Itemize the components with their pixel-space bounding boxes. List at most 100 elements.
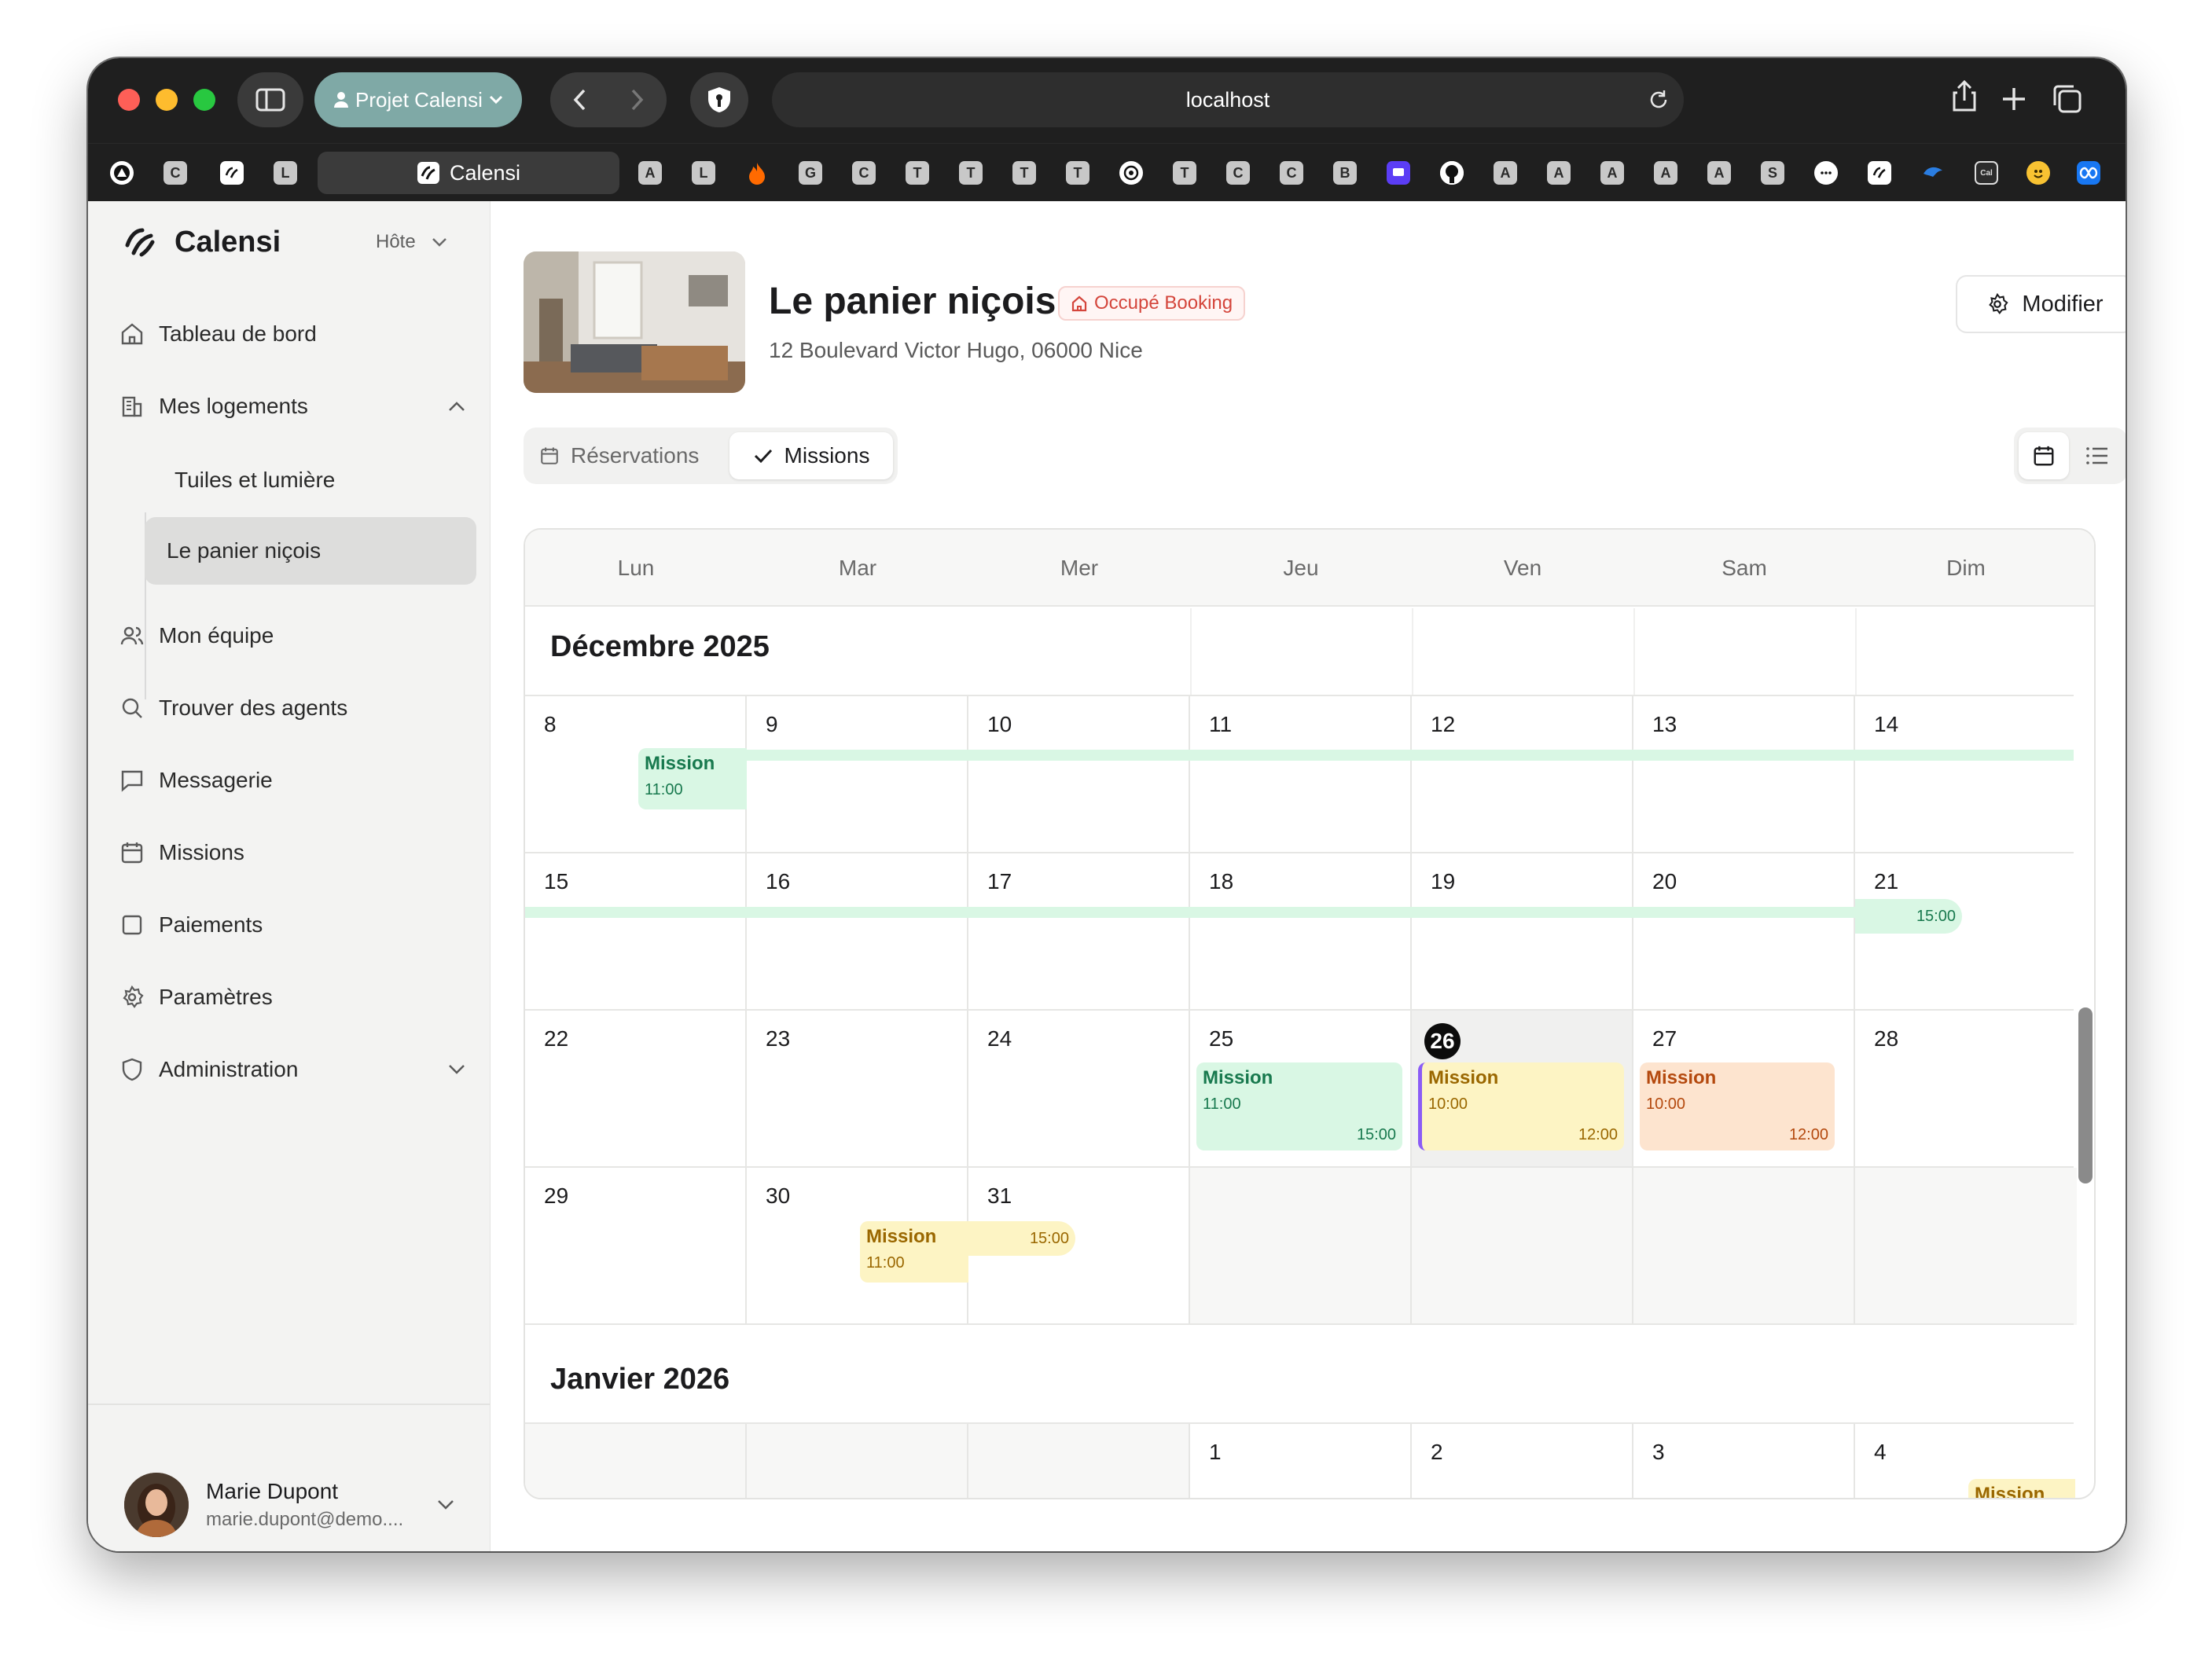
day-number: 14 (1874, 712, 1899, 736)
nav-settings[interactable]: Paramètres (119, 962, 273, 1033)
favorite-a-6[interactable]: A (1707, 161, 1731, 185)
day-cell[interactable]: 3 (1633, 1424, 1855, 1498)
share-icon[interactable] (1951, 79, 1978, 113)
mission-event[interactable]: Mission 10:00 12:00 (1418, 1062, 1624, 1150)
day-cell[interactable]: 14 (1855, 696, 2077, 853)
calendar-view-button[interactable] (2019, 432, 2069, 479)
favorite-a-4[interactable]: A (1600, 161, 1624, 185)
calendar-scrollbar[interactable] (2078, 1007, 2093, 1183)
day-cell[interactable]: 15 (525, 853, 747, 1011)
favorite-c-4[interactable]: C (1280, 161, 1303, 185)
favorite-a-3[interactable]: A (1547, 161, 1571, 185)
favorite-bird[interactable] (1921, 161, 1945, 185)
nav-my-listings[interactable]: Mes logements (119, 371, 465, 442)
day-cell[interactable]: 29 (525, 1168, 747, 1325)
day-cell[interactable]: 9 (747, 696, 968, 853)
nav-find-agents[interactable]: Trouver des agents (119, 673, 347, 743)
favorite-t-5[interactable]: T (1173, 161, 1196, 185)
favorite-s[interactable]: S (1761, 161, 1784, 185)
nav-missions[interactable]: Missions (119, 817, 244, 888)
mission-event-end[interactable]: 15:00 (1855, 899, 1962, 934)
favorite-a-5[interactable]: A (1654, 161, 1677, 185)
nav-listing-panier-nicois[interactable]: Le panier niçois (145, 517, 476, 585)
sidebar-toggle-button[interactable] (237, 72, 303, 127)
favorite-calensi-logo[interactable] (220, 161, 244, 185)
favorite-calensi-2[interactable] (1868, 161, 1891, 185)
mission-start-time: 10:00 (1646, 1095, 1686, 1113)
property-photo[interactable] (524, 251, 745, 393)
mission-span-bar[interactable] (745, 750, 2074, 761)
active-tab-pill[interactable]: Calensi (318, 152, 619, 194)
favorite-flame[interactable] (745, 161, 769, 185)
day-cell[interactable]: 28 (1855, 1011, 2077, 1168)
tab-missions[interactable]: Missions (729, 432, 893, 479)
nav-dashboard[interactable]: Tableau de bord (119, 299, 317, 369)
mission-event[interactable]: Mission 11:00 (638, 748, 747, 809)
day-cell[interactable]: 11 (1190, 696, 1412, 853)
day-cell[interactable]: 22 (525, 1011, 747, 1168)
favorite-t-2[interactable]: T (959, 161, 983, 185)
role-select[interactable]: Hôte (376, 231, 447, 253)
brand-logo[interactable]: Calensi (123, 223, 281, 261)
favorite-openai[interactable] (1119, 161, 1143, 185)
day-cell[interactable]: 18 (1190, 853, 1412, 1011)
day-cell[interactable]: 20 (1633, 853, 1855, 1011)
user-menu[interactable]: Marie Dupont marie.dupont@demo.... (124, 1473, 462, 1543)
favorite-t-1[interactable]: T (906, 161, 929, 185)
password-manager-button[interactable] (690, 72, 748, 127)
favorite-github[interactable] (1440, 161, 1464, 185)
tab-reservations[interactable]: Réservations (539, 432, 699, 479)
minimize-window-button[interactable] (156, 89, 178, 111)
day-cell[interactable]: 23 (747, 1011, 968, 1168)
favorite-c-3[interactable]: C (1226, 161, 1250, 185)
day-cell[interactable]: 1 (1190, 1424, 1412, 1498)
favorite-icon-a[interactable] (110, 161, 134, 185)
calendar-icon (541, 447, 558, 464)
favorite-purple-app[interactable] (1387, 161, 1410, 185)
favorite-t-4[interactable]: T (1066, 161, 1089, 185)
day-cell[interactable]: 19 (1412, 853, 1633, 1011)
forward-icon[interactable] (630, 88, 645, 112)
favorite-a[interactable]: A (638, 161, 662, 185)
zoom-window-button[interactable] (193, 89, 215, 111)
mission-span-bar[interactable] (525, 907, 1855, 918)
favorite-t-3[interactable]: T (1012, 161, 1036, 185)
edit-property-button[interactable]: Modifier (1956, 275, 2126, 333)
day-cell[interactable]: 12 (1412, 696, 1633, 853)
favorite-chat[interactable] (1814, 161, 1838, 185)
favorite-l[interactable]: L (274, 161, 297, 185)
favorite-cal[interactable]: Cal (1975, 161, 1998, 185)
day-cell[interactable]: 10 (968, 696, 1190, 853)
day-cell[interactable]: 24 (968, 1011, 1190, 1168)
nav-messages[interactable]: Messagerie (119, 745, 273, 816)
mission-event[interactable]: Mission 10:00 12:00 (1640, 1062, 1835, 1150)
favorite-b[interactable]: B (1333, 161, 1357, 185)
favorite-meta[interactable] (2077, 161, 2100, 185)
mission-event-end[interactable]: 15:00 (968, 1221, 1075, 1256)
nav-team[interactable]: Mon équipe (119, 600, 274, 671)
favorite-l-2[interactable]: L (692, 161, 715, 185)
favorite-a-2[interactable]: A (1494, 161, 1517, 185)
reload-icon[interactable] (1648, 89, 1670, 111)
favorite-c[interactable]: C (164, 161, 187, 185)
nav-payments[interactable]: Paiements (119, 890, 263, 960)
favorite-g[interactable]: G (799, 161, 822, 185)
favorite-c-2[interactable]: C (852, 161, 876, 185)
day-cell[interactable]: 16 (747, 853, 968, 1011)
mission-event[interactable]: Mission (1968, 1479, 2075, 1498)
favorite-emoji[interactable] (2026, 161, 2050, 185)
tabs-overview-icon[interactable] (2052, 83, 2083, 115)
address-bar[interactable]: localhost (772, 72, 1684, 127)
new-tab-icon[interactable] (2000, 85, 2028, 113)
day-cell[interactable]: 17 (968, 853, 1190, 1011)
nav-admin[interactable]: Administration (119, 1034, 465, 1105)
mission-event[interactable]: Mission 11:00 (860, 1221, 968, 1283)
mission-event[interactable]: Mission 11:00 15:00 (1196, 1062, 1402, 1150)
nav-listing-tuiles[interactable]: Tuiles et lumière (152, 446, 484, 514)
profile-button[interactable]: Projet Calensi (314, 72, 522, 127)
day-cell[interactable]: 2 (1412, 1424, 1633, 1498)
day-cell[interactable]: 13 (1633, 696, 1855, 853)
close-window-button[interactable] (118, 89, 140, 111)
back-icon[interactable] (572, 88, 586, 112)
list-view-button[interactable] (2072, 432, 2122, 479)
